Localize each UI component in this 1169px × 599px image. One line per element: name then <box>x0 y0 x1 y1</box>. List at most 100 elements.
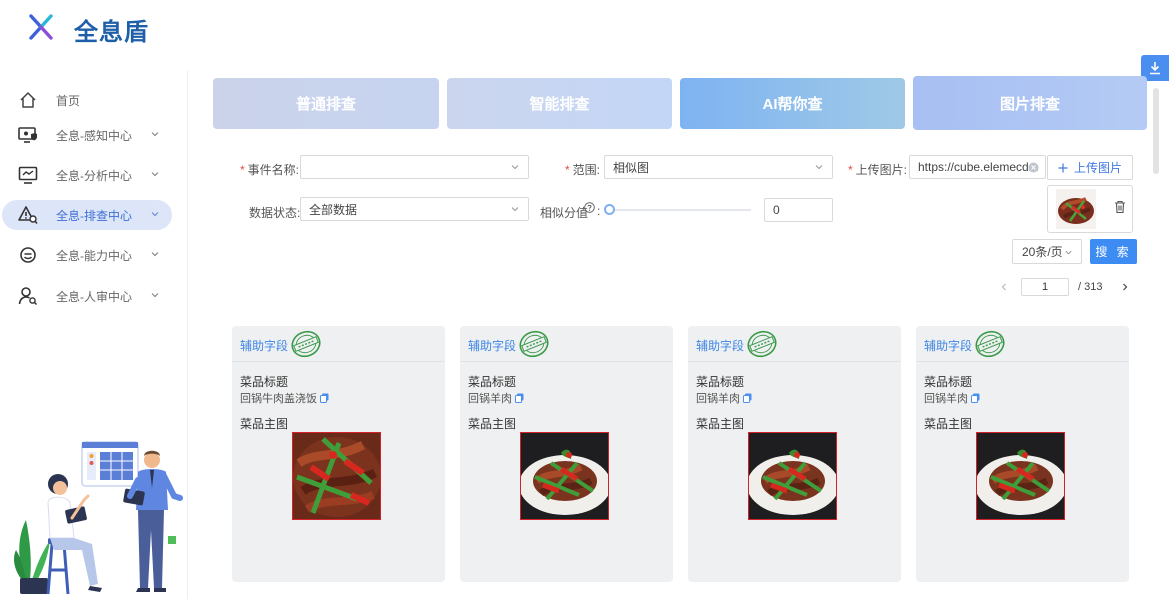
page-number-input[interactable]: 1 <box>1021 278 1069 296</box>
similarity-slider-handle[interactable] <box>604 204 615 215</box>
page-size-select[interactable]: 20条/页 <box>1012 239 1082 264</box>
dish-main-image[interactable] <box>519 432 611 520</box>
stamp-icon <box>975 330 1005 358</box>
tab-normal-search[interactable]: 普通排查 <box>213 78 439 129</box>
dish-main-image[interactable] <box>975 432 1067 520</box>
sidebar-item-home[interactable]: 首页 <box>2 85 172 115</box>
sidebar-item-label: 全息-能力中心 <box>56 248 132 263</box>
app-header: 全息盾 <box>0 0 1169 56</box>
delete-icon[interactable] <box>1114 200 1126 214</box>
stamp-icon <box>519 330 549 358</box>
sidebar-item-investigation[interactable]: 全息-排查中心 <box>2 200 172 230</box>
tab-image-search[interactable]: 图片排查 <box>913 76 1147 130</box>
dish-title-value: 回锅羊肉 <box>696 393 740 405</box>
help-icon[interactable] <box>584 202 595 213</box>
next-page-icon[interactable] <box>1120 282 1130 292</box>
office-people-illustration <box>14 441 183 595</box>
screen-chart-icon <box>18 165 38 185</box>
plus-icon <box>1058 163 1068 172</box>
similarity-input[interactable]: 0 <box>764 198 833 222</box>
dish-title-value: 回锅牛肉盖浇饭 <box>240 393 317 405</box>
result-card[interactable]: 辅助字段 菜品标题 回锅羊肉 菜品主图 <box>688 326 901 582</box>
tab-ai-search[interactable]: AI帮你查 <box>680 78 905 129</box>
tab-label: 图片排查 <box>999 95 1060 113</box>
aux-field-link[interactable]: 辅助字段 <box>924 337 972 354</box>
upload-button-label: 上传图片 <box>1073 161 1122 175</box>
chevron-down-icon <box>511 165 519 170</box>
copy-icon[interactable] <box>515 393 524 403</box>
user-search-icon <box>18 286 38 306</box>
card-header: 辅助字段 <box>688 326 901 362</box>
search-button[interactable]: 搜 索 <box>1090 239 1137 264</box>
sidebar-item-review[interactable]: 全息-人审中心 <box>2 281 172 311</box>
ability-icon <box>18 245 38 265</box>
chevron-down-icon <box>151 293 159 298</box>
dish-main-image[interactable] <box>292 432 381 520</box>
dish-title-label: 菜品标题 <box>240 375 289 389</box>
uploaded-dish-thumbnail[interactable] <box>1056 189 1096 229</box>
similarity-slider-track[interactable] <box>605 209 751 211</box>
page-total: / 313 <box>1078 281 1103 293</box>
copy-icon[interactable] <box>320 393 329 403</box>
stamp-icon <box>747 330 777 358</box>
dish-title-label: 菜品标题 <box>924 375 973 389</box>
required-mark: * <box>240 163 245 177</box>
sidebar-item-label: 全息-人审中心 <box>56 289 132 304</box>
dish-title-row: 回锅羊肉 <box>696 390 752 406</box>
warning-search-icon <box>18 205 38 225</box>
result-card[interactable]: 辅助字段 菜品标题 回锅羊肉 菜品主图 <box>460 326 673 582</box>
card-header: 辅助字段 <box>232 326 445 362</box>
result-card[interactable]: 辅助字段 菜品标题 回锅羊肉 菜品主图 <box>916 326 1129 582</box>
chevron-down-icon <box>151 212 159 217</box>
copy-icon[interactable] <box>971 393 980 403</box>
dish-image-label: 菜品主图 <box>468 417 517 431</box>
dish-image-label: 菜品主图 <box>924 417 973 431</box>
event-name-select[interactable] <box>300 155 529 179</box>
dish-main-image[interactable] <box>747 432 839 520</box>
similarity-colon: : <box>597 204 601 218</box>
sidebar-item-ability[interactable]: 全息-能力中心 <box>2 240 172 270</box>
card-header: 辅助字段 <box>916 326 1129 362</box>
logo-icon <box>29 14 53 40</box>
upload-url-value: https://cube.elemecdn. <box>918 160 1039 174</box>
upload-url-input[interactable]: https://cube.elemecdn. <box>909 155 1046 179</box>
similarity-label: 相似分值 <box>540 206 589 220</box>
tab-smart-search[interactable]: 智能排查 <box>447 78 672 129</box>
data-status-value: 全部数据 <box>309 202 358 217</box>
scope-label: * 范围: <box>565 163 601 177</box>
required-mark: * <box>565 163 570 177</box>
upload-label: * 上传图片: <box>848 163 908 177</box>
aux-field-link[interactable]: 辅助字段 <box>240 337 288 354</box>
sidebar-item-label: 全息-分析中心 <box>56 168 132 183</box>
required-mark: * <box>848 163 853 177</box>
sidebar-item-analysis[interactable]: 全息-分析中心 <box>2 160 172 190</box>
dish-title-value: 回锅羊肉 <box>468 393 512 405</box>
result-card[interactable]: 辅助字段 菜品标题 回锅牛肉盖浇饭 菜品主图 <box>232 326 445 582</box>
tab-label: 普通排查 <box>295 96 356 113</box>
scope-select[interactable]: 相似图 <box>604 155 833 179</box>
dish-title-label: 菜品标题 <box>468 375 517 389</box>
upload-image-button[interactable]: 上传图片 <box>1047 155 1133 180</box>
dish-title-label: 菜品标题 <box>696 375 745 389</box>
prev-page-icon[interactable] <box>999 282 1009 292</box>
clear-icon[interactable] <box>1028 162 1039 173</box>
aux-field-link[interactable]: 辅助字段 <box>696 337 744 354</box>
dish-title-row: 回锅羊肉 <box>468 390 524 406</box>
chevron-down-icon <box>151 252 159 257</box>
event-name-label: * 事件名称: <box>240 163 300 177</box>
data-status-select[interactable]: 全部数据 <box>300 197 529 221</box>
sidebar-item-perception[interactable]: 全息-感知中心 <box>2 120 172 150</box>
scope-value: 相似图 <box>613 160 650 175</box>
copy-icon[interactable] <box>743 393 752 403</box>
monitor-shield-icon <box>18 125 38 145</box>
aux-field-link[interactable]: 辅助字段 <box>468 337 516 354</box>
sidebar-item-label: 全息-排查中心 <box>56 208 132 223</box>
app-title: 全息盾 <box>74 19 149 46</box>
uploaded-image-preview <box>1047 185 1133 233</box>
tab-label: 智能排查 <box>529 96 590 113</box>
page-scrollbar[interactable] <box>1153 88 1159 174</box>
chevron-down-icon <box>151 172 159 177</box>
card-header: 辅助字段 <box>460 326 673 362</box>
sidebar-item-label: 首页 <box>56 93 81 108</box>
chevron-down-icon <box>511 207 519 212</box>
